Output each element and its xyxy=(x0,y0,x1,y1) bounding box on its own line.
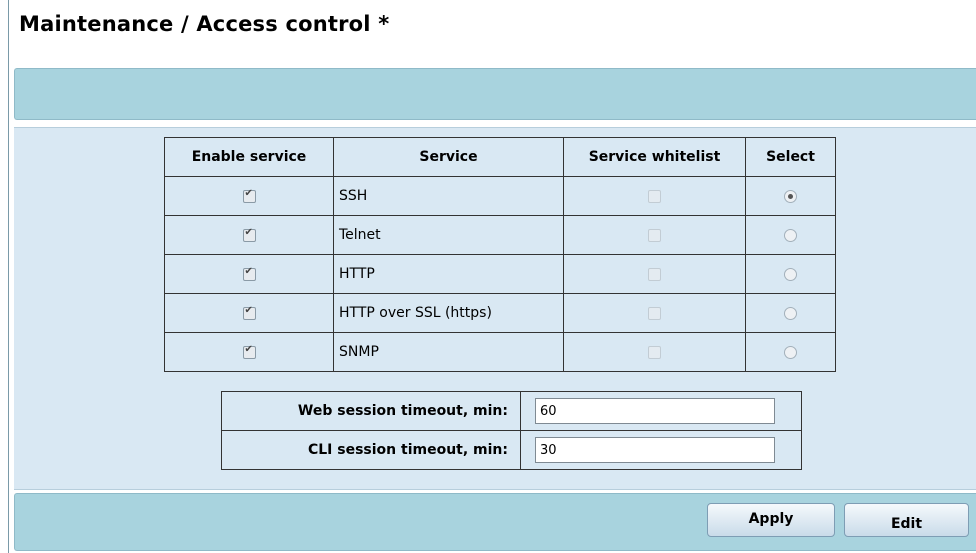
web-timeout-row: Web session timeout, min: xyxy=(221,391,802,431)
services-table: Enable service Service Service whitelist… xyxy=(164,137,836,372)
service-name: Telnet xyxy=(333,215,564,255)
header-service-whitelist: Service whitelist xyxy=(563,137,746,177)
header-enable-service: Enable service xyxy=(164,137,334,177)
whitelist-ssh-checkbox xyxy=(648,189,661,203)
select-telnet-radio[interactable] xyxy=(784,228,797,242)
enable-telnet-checkbox[interactable] xyxy=(242,227,256,242)
cli-timeout-row: CLI session timeout, min: xyxy=(221,430,802,470)
table-row: HTTP xyxy=(164,254,836,294)
select-snmp-radio[interactable] xyxy=(784,345,797,359)
enable-ssh-checkbox[interactable] xyxy=(242,188,256,203)
enable-http-checkbox[interactable] xyxy=(242,266,256,281)
whitelist-http-checkbox xyxy=(648,267,661,281)
service-name: SNMP xyxy=(333,332,564,372)
enable-https-checkbox[interactable] xyxy=(242,305,256,320)
whitelist-snmp-checkbox xyxy=(648,345,661,359)
select-ssh-radio[interactable] xyxy=(784,189,797,203)
service-name: HTTP over SSL (https) xyxy=(333,293,564,333)
service-name: HTTP xyxy=(333,254,564,294)
apply-button[interactable]: Apply xyxy=(707,503,835,537)
web-timeout-input[interactable] xyxy=(535,398,775,424)
header-band xyxy=(14,68,976,120)
table-row: HTTP over SSL (https) xyxy=(164,293,836,333)
cli-timeout-input[interactable] xyxy=(535,437,775,463)
table-row: SSH xyxy=(164,176,836,216)
header-service: Service xyxy=(333,137,564,177)
header-select: Select xyxy=(745,137,836,177)
table-row: Telnet xyxy=(164,215,836,255)
whitelist-telnet-checkbox xyxy=(648,228,661,242)
web-timeout-label: Web session timeout, min: xyxy=(221,391,521,431)
table-row: SNMP xyxy=(164,332,836,372)
session-timeouts-table: Web session timeout, min: CLI session ti… xyxy=(221,391,802,470)
page-title: Maintenance / Access control * xyxy=(19,12,390,36)
select-http-radio[interactable] xyxy=(784,267,797,281)
whitelist-https-checkbox xyxy=(648,306,661,320)
service-name: SSH xyxy=(333,176,564,216)
select-https-radio[interactable] xyxy=(784,306,797,320)
edit-button[interactable]: Edit xyxy=(844,503,969,537)
table-header-row: Enable service Service Service whitelist… xyxy=(164,137,836,177)
enable-snmp-checkbox[interactable] xyxy=(242,344,256,359)
cli-timeout-label: CLI session timeout, min: xyxy=(221,430,521,470)
